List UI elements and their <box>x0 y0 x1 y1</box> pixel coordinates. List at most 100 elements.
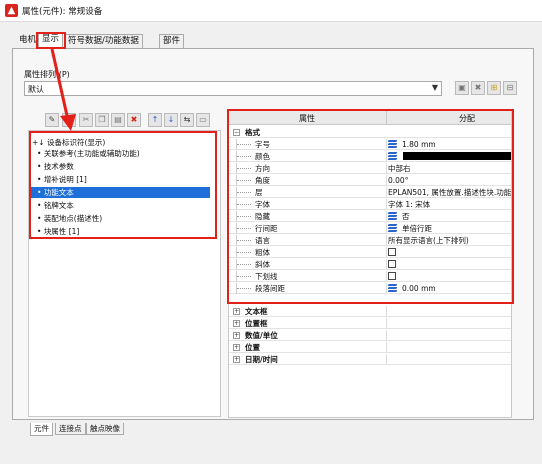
move-down-icon[interactable]: ↓ <box>164 113 178 127</box>
list-item[interactable]: +↓ 设备标识符(显示) <box>32 137 105 148</box>
property-row[interactable]: 隐藏否 <box>229 211 511 222</box>
tree-branch <box>237 252 251 253</box>
tree-branch <box>237 216 251 217</box>
property-row[interactable]: 角度 0.00° <box>229 175 511 186</box>
cell-divider <box>386 247 387 258</box>
cell-divider <box>386 271 387 282</box>
cell-divider <box>386 163 387 174</box>
tree-branch <box>237 192 251 193</box>
bold-checkbox[interactable] <box>388 248 396 256</box>
column-header-property: 属性 <box>299 114 315 123</box>
tab-component[interactable]: 元件 <box>30 423 53 436</box>
property-row[interactable]: 行间距 单倍行距 <box>229 223 511 234</box>
list-item[interactable]: • 关联参考(主功能或辅助功能) <box>37 148 140 159</box>
eplan-logo-icon: ▲ <box>5 4 18 17</box>
chevron-down-icon: ▼ <box>431 83 438 92</box>
cell-divider <box>386 318 387 329</box>
column-divider <box>386 111 387 125</box>
tab-contact-image[interactable]: 触点映像 <box>86 423 124 435</box>
property-order-select[interactable]: 默认 ▼ <box>24 81 442 96</box>
tab-parts[interactable]: 部件 <box>159 34 185 48</box>
tree-branch <box>237 180 251 181</box>
tab-motor[interactable]: 电机 <box>16 34 39 48</box>
layers-icon <box>387 152 398 160</box>
import-icon[interactable]: ⊞ <box>487 81 501 95</box>
property-row[interactable]: 颜色 <box>229 151 511 162</box>
layers-icon <box>387 212 398 220</box>
delete-icon[interactable]: ✖ <box>127 113 141 127</box>
move-up-icon[interactable]: ↑ <box>148 113 162 127</box>
export-icon[interactable]: ⊟ <box>503 81 517 95</box>
property-row[interactable]: 方向 中部右 <box>229 163 511 174</box>
expand-arrow-icon: +↓ <box>32 138 45 147</box>
property-row[interactable]: 语言 所有显示语言(上下排列) <box>229 235 511 246</box>
cell-divider <box>386 306 387 317</box>
tree-branch <box>237 204 251 205</box>
new-icon[interactable]: ✦ <box>62 113 76 127</box>
list-item[interactable]: • 技术参数 <box>37 161 74 172</box>
property-row[interactable]: 字体 字体 1: 宋体 <box>229 199 511 210</box>
paste-icon[interactable]: ▤ <box>111 113 125 127</box>
window-title: 属性(元件): 常规设备 <box>22 7 103 17</box>
cell-divider <box>386 235 387 246</box>
expand-icon[interactable]: + <box>233 320 240 327</box>
property-row[interactable]: 粗体 <box>229 247 511 258</box>
list-item[interactable]: • 装配地点(描述性) <box>37 213 102 224</box>
property-row[interactable]: 层EPLAN501, 属性放置.描述性块.功能文本 <box>229 187 511 198</box>
collapse-icon[interactable]: − <box>233 129 240 136</box>
group-row-position-frame[interactable]: + 位置框 <box>229 318 511 329</box>
cell-divider <box>386 354 387 365</box>
property-row[interactable]: 字号 1.80 mm <box>229 139 511 150</box>
list-item[interactable]: • 增补说明 [1] <box>37 174 87 185</box>
expand-icon[interactable]: + <box>233 356 240 363</box>
layers-icon <box>387 284 398 292</box>
tab-symbol-function-data[interactable]: 符号数据/功能数据 <box>64 34 143 48</box>
list-item-selected[interactable]: • 功能文本 <box>30 187 210 198</box>
list-item[interactable]: • 块属性 [1] <box>37 226 79 237</box>
title-bar: ▲ 属性(元件): 常规设备 <box>0 0 542 22</box>
italic-checkbox[interactable] <box>388 260 396 268</box>
cell-divider <box>386 330 387 341</box>
tree-branch <box>237 156 251 157</box>
tree-branch <box>237 228 251 229</box>
tab-connection-points[interactable]: 连接点 <box>55 423 86 435</box>
group-row-value-unit[interactable]: + 数值/单位 <box>229 330 511 341</box>
cell-divider <box>386 175 387 186</box>
property-row[interactable]: 下划线 <box>229 271 511 282</box>
cell-divider <box>386 187 387 198</box>
cut-icon[interactable]: ✂ <box>79 113 93 127</box>
tree-branch <box>237 276 251 277</box>
frame-icon[interactable]: ▭ <box>196 113 210 127</box>
property-row[interactable]: 段落间距 0.00 mm <box>229 283 511 294</box>
expand-icon[interactable]: + <box>233 332 240 339</box>
cell-divider <box>386 199 387 210</box>
tree-branch <box>237 240 251 241</box>
display-element-list[interactable]: +↓ 设备标识符(显示) • 关联参考(主功能或辅助功能) • 技术参数 • 增… <box>28 130 221 417</box>
edit-icon[interactable]: ✎ <box>45 113 59 127</box>
layers-icon <box>387 224 398 232</box>
tree-branch <box>237 168 251 169</box>
expand-icon[interactable]: + <box>233 344 240 351</box>
list-item[interactable]: • 铭牌文本 <box>37 200 74 211</box>
group-row-position[interactable]: + 位置 <box>229 342 511 353</box>
tree-branch <box>237 288 251 289</box>
property-order-label: 属性排列:(P) <box>24 70 70 79</box>
underline-checkbox[interactable] <box>388 272 396 280</box>
color-swatch[interactable] <box>403 152 511 160</box>
grid-header: 属性 分配 <box>229 111 511 125</box>
expand-icon[interactable]: + <box>233 308 240 315</box>
save-icon[interactable]: ▣ <box>455 81 469 95</box>
copy-icon[interactable]: ❐ <box>95 113 109 127</box>
cell-divider <box>386 342 387 353</box>
tree-branch <box>237 264 251 265</box>
cell-divider <box>386 259 387 270</box>
group-row-text-frame[interactable]: + 文本框 <box>229 306 511 317</box>
group-row-format[interactable]: − 格式 <box>229 127 511 138</box>
column-header-assign: 分配 <box>459 114 475 123</box>
property-grid[interactable]: 属性 分配 − 格式 字号 1.80 mm 颜色 方向 中部右 角度 0.00° 层E… <box>228 110 512 418</box>
delete-icon[interactable]: ✖ <box>471 81 485 95</box>
tab-display[interactable]: 显示 <box>38 32 64 48</box>
group-row-date-time[interactable]: + 日期/时间 <box>229 354 511 365</box>
split-icon[interactable]: ⇆ <box>180 113 194 127</box>
property-row[interactable]: 斜体 <box>229 259 511 270</box>
